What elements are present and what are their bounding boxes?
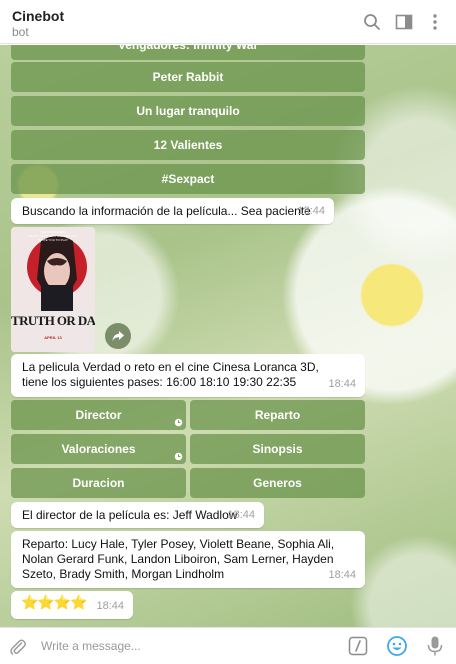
share-button[interactable] <box>105 323 131 349</box>
poster-title: TRUTH OR DARE <box>11 313 95 328</box>
poster-date: APRIL 13 <box>44 335 62 340</box>
message-time: 18:44 <box>227 509 255 521</box>
chat-subtitle: bot <box>12 25 29 39</box>
rating-stars: ⭐⭐⭐⭐ <box>21 594 88 610</box>
message-bubble: La pelicula Verdad o reto en el cine Cin… <box>11 354 365 397</box>
clock-icon <box>174 452 183 461</box>
keyboard-button-movie[interactable]: Peter Rabbit <box>11 62 365 92</box>
message-text: El director de la película es: Jeff Wadl… <box>22 508 238 522</box>
message-bubble: Buscando la información de la película..… <box>11 198 334 224</box>
keyboard-button-sinopsis[interactable]: Sinopsis <box>190 434 365 464</box>
message-time: 18:44 <box>297 205 325 217</box>
message-text: Reparto: Lucy Hale, Tyler Posey, Violett… <box>22 537 335 581</box>
microphone-icon[interactable] <box>425 635 445 657</box>
message-time: 18:44 <box>328 378 356 390</box>
chat-header: Cinebot bot <box>0 0 456 44</box>
share-icon <box>112 331 124 341</box>
movie-poster-image[interactable]: THE PRODUCERS HAPPY DEATH DAY AND GET OU… <box>11 227 95 352</box>
chat-title[interactable]: Cinebot <box>12 8 64 24</box>
message-time: 18:44 <box>96 600 124 612</box>
keyboard-button-movie[interactable]: #Sexpact <box>11 164 365 194</box>
message-time: 18:44 <box>328 569 356 581</box>
chat-messages[interactable]: Vengadores: Infinity War Peter Rabbit Un… <box>0 45 456 627</box>
message-input[interactable]: Write a message... <box>41 639 141 653</box>
message-composer: Write a message... <box>0 627 456 664</box>
keyboard-button-movie[interactable]: 12 Valientes <box>11 130 365 160</box>
keyboard-button-director[interactable]: Director <box>11 400 186 430</box>
search-icon[interactable] <box>362 12 382 32</box>
message-bubble: Reparto: Lucy Hale, Tyler Posey, Violett… <box>11 531 365 588</box>
clock-icon <box>174 418 183 427</box>
keyboard-button-movie[interactable]: Un lugar tranquilo <box>11 96 365 126</box>
keyboard-button-movie[interactable]: Vengadores: Infinity War <box>11 45 365 60</box>
keyboard-button-reparto[interactable]: Reparto <box>190 400 365 430</box>
message-text: Buscando la información de la película..… <box>22 204 311 218</box>
sidebar-toggle-icon[interactable] <box>394 12 414 32</box>
poster-credits: INVITE YOU TO PLAY <box>37 238 69 242</box>
keyboard-button-generos[interactable]: Generos <box>190 468 365 498</box>
poster-artwork <box>11 227 95 352</box>
keyboard-button-valoraciones[interactable]: Valoraciones <box>11 434 186 464</box>
message-text: La pelicula Verdad o reto en el cine Cin… <box>22 360 319 389</box>
bot-command-icon[interactable] <box>348 636 368 656</box>
message-bubble: ⭐⭐⭐⭐ 18:44 <box>11 591 133 619</box>
more-vertical-icon[interactable] <box>425 12 445 32</box>
attach-icon[interactable] <box>8 637 28 657</box>
message-bubble: El director de la película es: Jeff Wadl… <box>11 502 264 528</box>
keyboard-button-duracion[interactable]: Duracion <box>11 468 186 498</box>
emoji-icon[interactable] <box>386 635 408 657</box>
button-label: Valoraciones <box>61 442 136 456</box>
button-label: Director <box>75 408 122 422</box>
